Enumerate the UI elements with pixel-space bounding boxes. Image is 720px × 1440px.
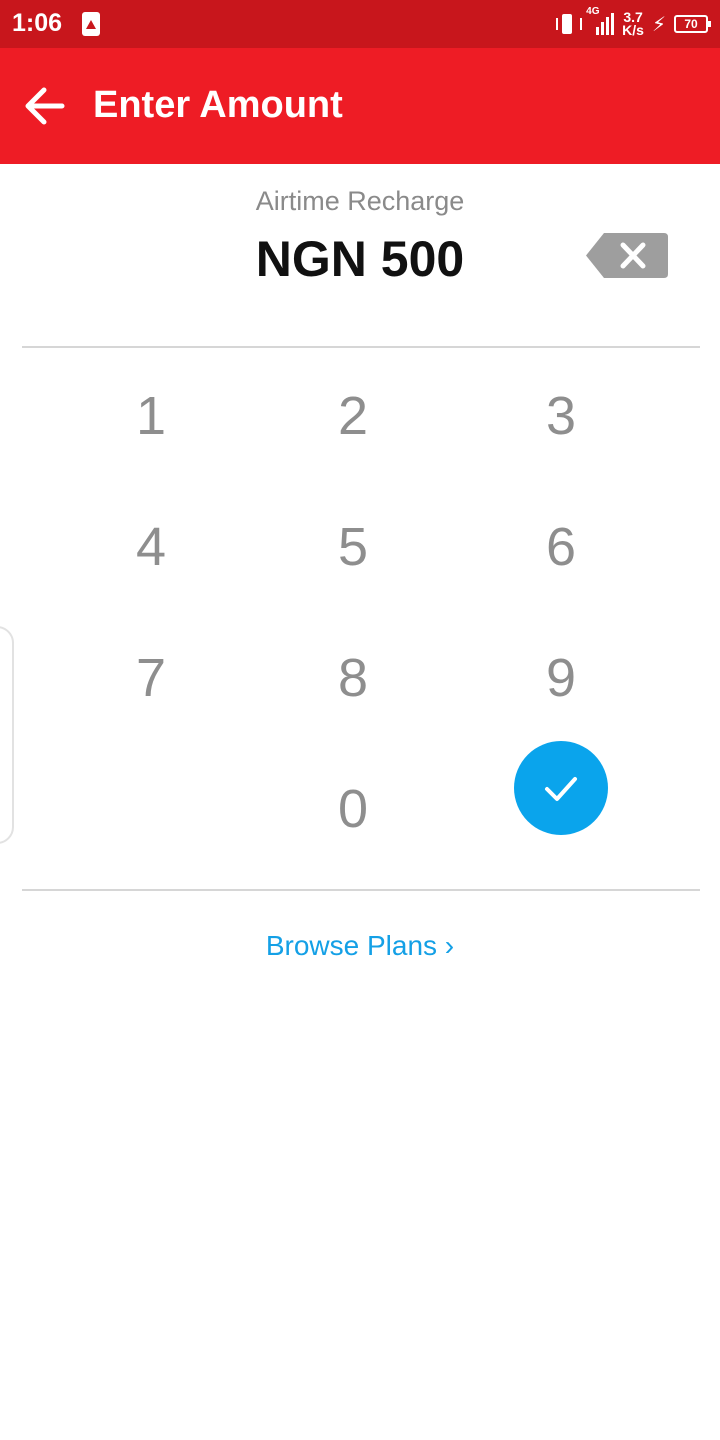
- key-1[interactable]: 1: [76, 366, 226, 466]
- back-button[interactable]: [16, 78, 72, 134]
- status-time: 1:06: [12, 9, 63, 37]
- key-8[interactable]: 8: [278, 628, 428, 728]
- amount-label: Airtime Recharge: [255, 186, 465, 216]
- key-5[interactable]: 5: [278, 497, 428, 597]
- app-bar: Enter Amount: [0, 48, 720, 164]
- battery-level: 70: [674, 15, 711, 33]
- page-title: Enter Amount: [93, 84, 343, 126]
- status-icons: 4G 3.7 K/s ⚡︎ 70: [556, 7, 711, 40]
- charging-icon: ⚡︎: [651, 13, 666, 36]
- divider-top: [22, 346, 700, 348]
- key-6[interactable]: 6: [486, 497, 636, 597]
- alert-notification-icon: [82, 12, 100, 36]
- key-0[interactable]: 0: [278, 759, 428, 859]
- key-7[interactable]: 7: [76, 628, 226, 728]
- key-3[interactable]: 3: [486, 366, 636, 466]
- vibrate-icon: [556, 13, 583, 35]
- key-4[interactable]: 4: [76, 497, 226, 597]
- arrow-left-icon: [25, 87, 65, 125]
- network-type: 4G: [586, 6, 600, 17]
- submit-button[interactable]: [514, 741, 608, 835]
- backspace-button[interactable]: [586, 233, 668, 278]
- browse-plans-link[interactable]: Browse Plans ›: [0, 930, 720, 962]
- backspace-icon: [586, 233, 668, 278]
- status-bar: 1:06 4G 3.7 K/s ⚡︎ 70: [0, 0, 720, 48]
- key-9[interactable]: 9: [486, 628, 636, 728]
- check-icon: [545, 777, 577, 801]
- signal-icon: 4G: [586, 7, 615, 35]
- network-speed: 3.7 K/s: [622, 10, 644, 38]
- divider-bottom: [22, 889, 700, 891]
- key-2[interactable]: 2: [278, 366, 428, 466]
- edge-panel-handle[interactable]: [0, 626, 14, 844]
- network-speed-unit: K/s: [622, 22, 644, 38]
